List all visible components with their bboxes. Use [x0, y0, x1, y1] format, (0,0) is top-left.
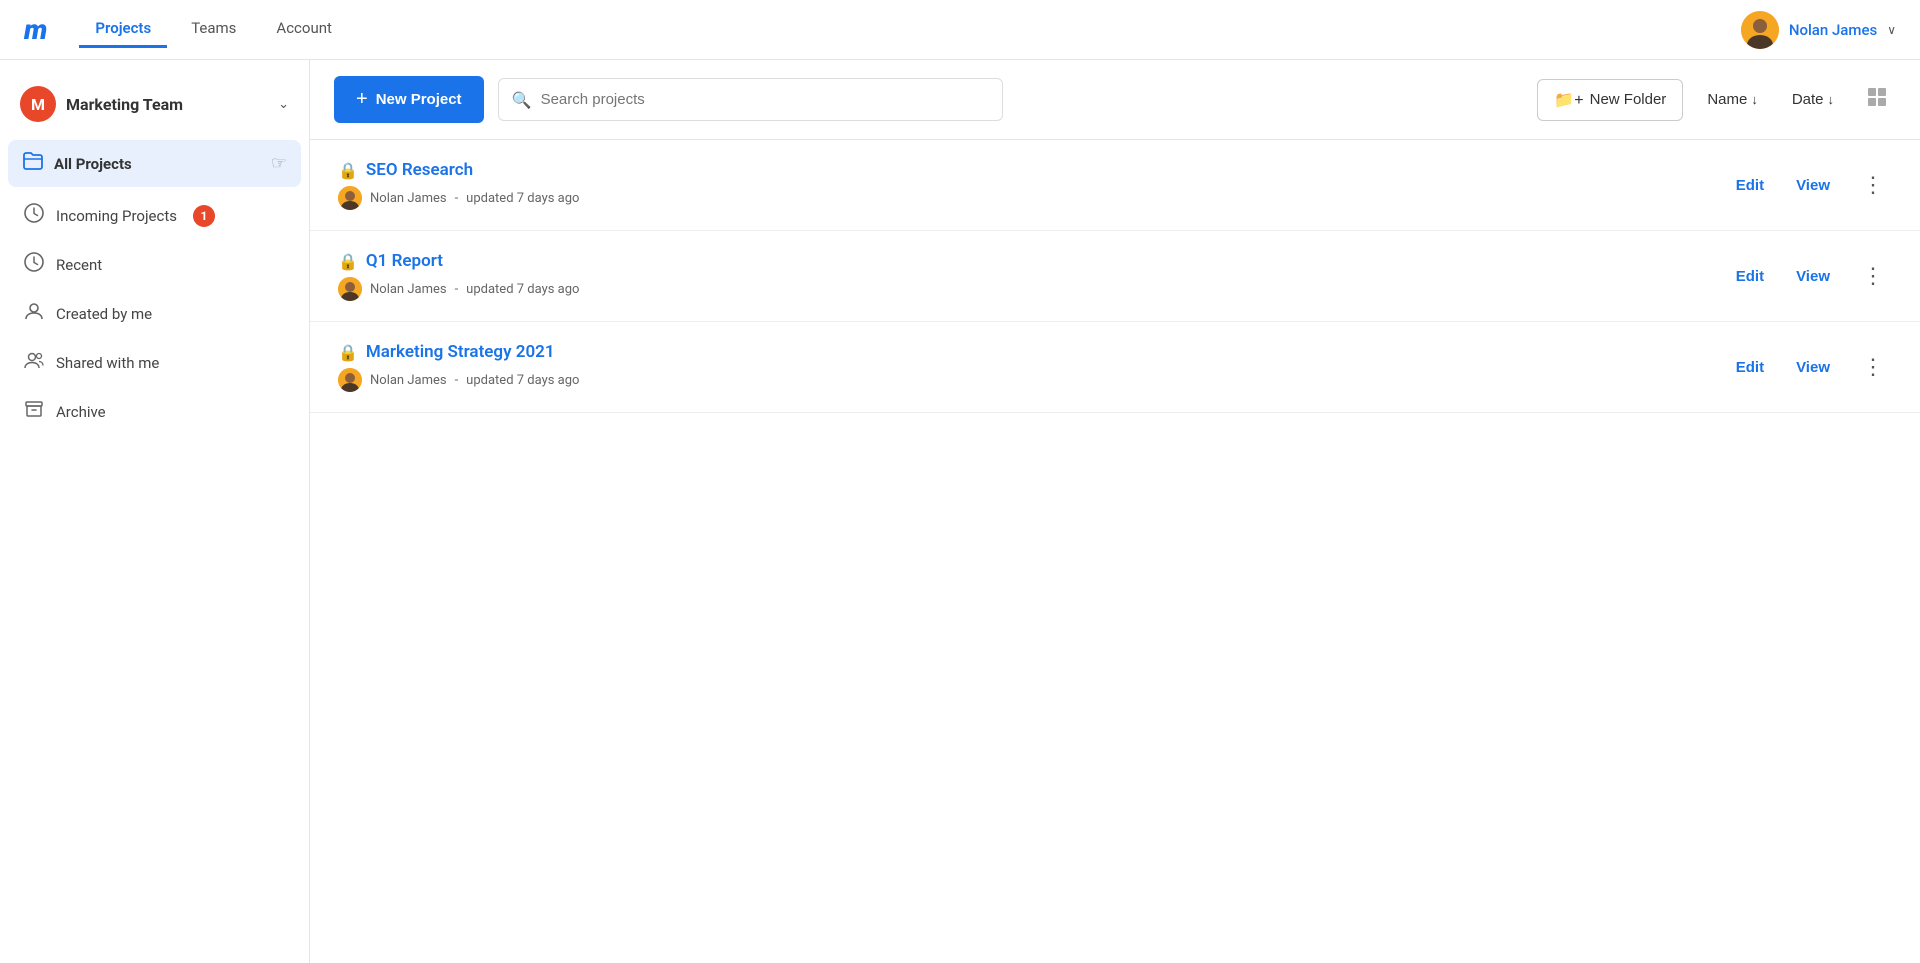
user-chevron-icon: ∨	[1887, 23, 1896, 37]
sort-date-button[interactable]: Date ↓	[1782, 83, 1844, 116]
project-title-row: 🔒 SEO Research	[338, 160, 1728, 180]
search-box: 🔍	[498, 78, 1004, 121]
new-folder-icon: 📁+	[1554, 90, 1583, 110]
sidebar-item-recent[interactable]: Recent	[0, 240, 309, 289]
project-dash: -	[455, 191, 459, 206]
avatar	[338, 277, 362, 301]
edit-button[interactable]: Edit	[1728, 355, 1772, 380]
project-updated: updated 7 days ago	[466, 282, 579, 297]
search-icon: 🔍	[512, 90, 532, 109]
team-name: Marketing Team	[66, 95, 268, 114]
project-title-row: 🔒 Marketing Strategy 2021	[338, 342, 1728, 362]
recent-label: Recent	[56, 256, 102, 274]
avatar	[338, 186, 362, 210]
nav-projects[interactable]: Projects	[79, 11, 167, 48]
project-info: 🔒 SEO Research Nolan James -	[338, 160, 1728, 210]
more-button[interactable]: ⋮	[1854, 170, 1892, 200]
project-title[interactable]: SEO Research	[366, 160, 473, 180]
view-button[interactable]: View	[1788, 173, 1838, 198]
project-owner: Nolan James	[370, 282, 447, 297]
person-icon	[24, 301, 44, 326]
sort-name-button[interactable]: Name ↓	[1697, 83, 1768, 116]
team-chevron-icon: ⌄	[278, 97, 289, 112]
nav-links: Projects Teams Account	[79, 11, 348, 48]
user-menu[interactable]: Nolan James ∨	[1741, 11, 1896, 49]
all-projects-section[interactable]: All Projects ☞	[8, 140, 301, 187]
grid-icon	[1866, 86, 1888, 108]
project-meta: Nolan James - updated 7 days ago	[338, 277, 1728, 301]
sidebar-item-created[interactable]: Created by me	[0, 289, 309, 338]
project-list: 🔒 SEO Research Nolan James -	[310, 140, 1920, 963]
sidebar-item-shared[interactable]: Shared with me	[0, 338, 309, 387]
plus-icon: +	[356, 88, 368, 111]
sidebar: M Marketing Team ⌄ All Projects ☞ Incomi	[0, 60, 310, 963]
project-updated: updated 7 days ago	[466, 191, 579, 206]
avatar	[338, 368, 362, 392]
created-label: Created by me	[56, 305, 152, 323]
incoming-icon	[24, 203, 44, 228]
project-actions: Edit View ⋮	[1728, 261, 1892, 291]
grid-view-button[interactable]	[1858, 78, 1896, 122]
project-title-row: 🔒 Q1 Report	[338, 251, 1728, 271]
app-logo[interactable]: m	[24, 13, 47, 46]
sort-name-label: Name	[1707, 91, 1747, 108]
project-title[interactable]: Q1 Report	[366, 251, 443, 271]
top-navigation: m Projects Teams Account Nolan James ∨	[0, 0, 1920, 60]
search-input[interactable]	[498, 78, 1004, 121]
main-toolbar: + New Project 🔍 📁+ New Folder Name ↓ Dat…	[310, 60, 1920, 140]
sort-date-arrow-icon: ↓	[1828, 92, 1835, 107]
sidebar-item-incoming[interactable]: Incoming Projects 1	[0, 191, 309, 240]
table-row: 🔒 SEO Research Nolan James -	[310, 140, 1920, 231]
new-folder-label: New Folder	[1590, 91, 1667, 108]
all-projects-label: All Projects	[54, 155, 132, 173]
edit-button[interactable]: Edit	[1728, 173, 1772, 198]
lock-icon: 🔒	[338, 343, 358, 362]
more-button[interactable]: ⋮	[1854, 261, 1892, 291]
more-button[interactable]: ⋮	[1854, 352, 1892, 382]
clock-icon	[24, 252, 44, 277]
app-body: M Marketing Team ⌄ All Projects ☞ Incomi	[0, 60, 1920, 963]
project-info: 🔒 Marketing Strategy 2021 Nolan James	[338, 342, 1728, 392]
lock-icon: 🔒	[338, 252, 358, 271]
project-meta: Nolan James - updated 7 days ago	[338, 368, 1728, 392]
username: Nolan James	[1789, 21, 1877, 39]
avatar	[1741, 11, 1779, 49]
folder-open-icon	[22, 150, 44, 177]
project-title[interactable]: Marketing Strategy 2021	[366, 342, 555, 362]
incoming-label: Incoming Projects	[56, 207, 177, 225]
project-meta: Nolan James - updated 7 days ago	[338, 186, 1728, 210]
project-actions: Edit View ⋮	[1728, 352, 1892, 382]
table-row: 🔒 Q1 Report Nolan James -	[310, 231, 1920, 322]
project-actions: Edit View ⋮	[1728, 170, 1892, 200]
nav-account[interactable]: Account	[260, 11, 348, 48]
sort-name-arrow-icon: ↓	[1751, 92, 1758, 107]
project-info: 🔒 Q1 Report Nolan James -	[338, 251, 1728, 301]
nav-teams[interactable]: Teams	[175, 11, 252, 48]
project-dash: -	[455, 373, 459, 388]
edit-button[interactable]: Edit	[1728, 264, 1772, 289]
project-owner: Nolan James	[370, 373, 447, 388]
view-button[interactable]: View	[1788, 355, 1838, 380]
view-button[interactable]: View	[1788, 264, 1838, 289]
new-folder-button[interactable]: 📁+ New Folder	[1537, 79, 1683, 121]
cursor-icon: ☞	[271, 153, 287, 174]
people-icon	[24, 350, 44, 375]
new-project-button[interactable]: + New Project	[334, 76, 484, 123]
project-owner: Nolan James	[370, 191, 447, 206]
table-row: 🔒 Marketing Strategy 2021 Nolan James	[310, 322, 1920, 413]
project-dash: -	[455, 282, 459, 297]
archive-label: Archive	[56, 403, 106, 421]
team-selector[interactable]: M Marketing Team ⌄	[0, 76, 309, 140]
main-content: + New Project 🔍 📁+ New Folder Name ↓ Dat…	[310, 60, 1920, 963]
sidebar-item-archive[interactable]: Archive	[0, 387, 309, 436]
lock-icon: 🔒	[338, 161, 358, 180]
incoming-badge: 1	[193, 205, 215, 227]
sort-date-label: Date	[1792, 91, 1824, 108]
archive-icon	[24, 399, 44, 424]
new-project-label: New Project	[376, 91, 462, 108]
project-updated: updated 7 days ago	[466, 373, 579, 388]
team-icon: M	[20, 86, 56, 122]
shared-label: Shared with me	[56, 354, 159, 372]
